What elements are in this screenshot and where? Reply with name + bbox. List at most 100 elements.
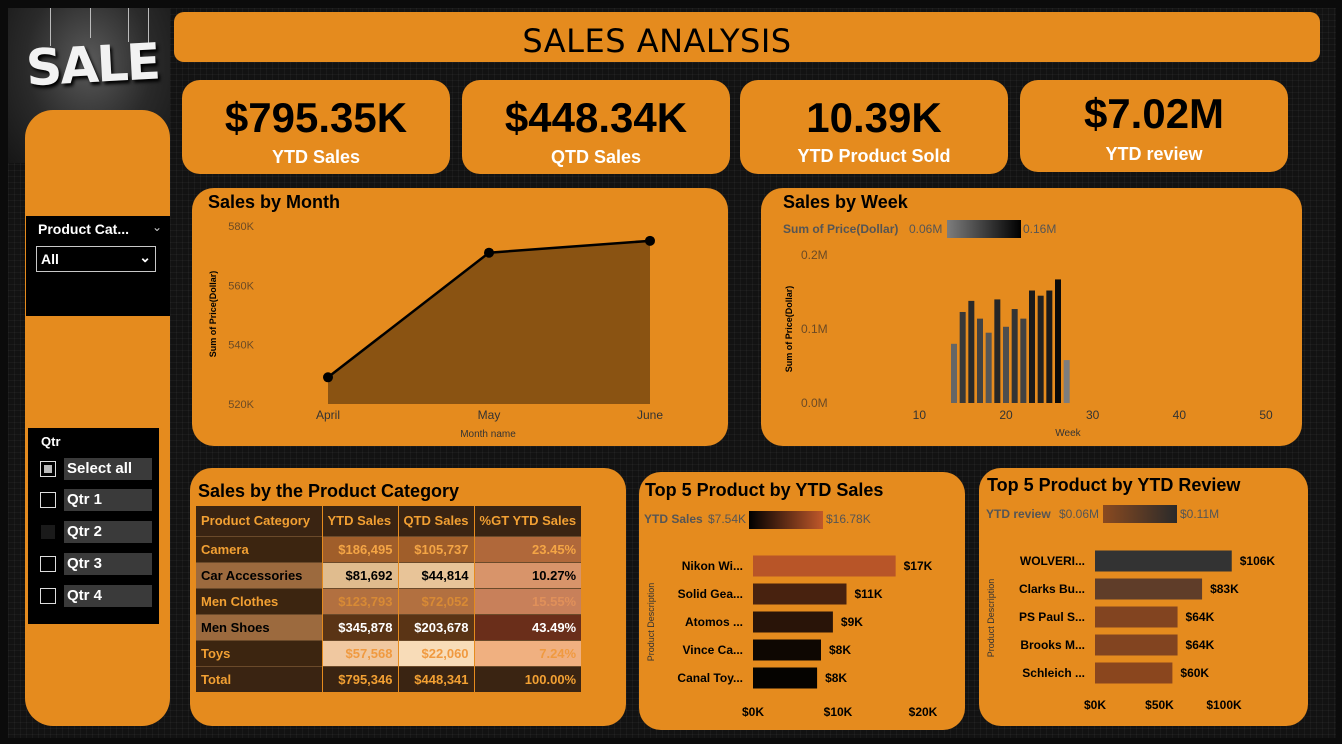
x-tick-label: 30 bbox=[1086, 408, 1100, 422]
cell-ytd: $345,878 bbox=[322, 613, 399, 640]
top5-review-panel: Top 5 Product by YTD Review YTD review $… bbox=[979, 468, 1308, 726]
category-label: Brooks M... bbox=[1020, 638, 1085, 652]
week-bar bbox=[994, 299, 1001, 403]
sales-by-week-chart[interactable]: Sum of Price(Dollar) 0.06M 0.16M 0.2M 0.1… bbox=[761, 188, 1302, 446]
qtr-option-select-all[interactable]: Select all bbox=[40, 458, 168, 480]
x-tick-label: $50K bbox=[1145, 698, 1174, 712]
data-label: $9K bbox=[841, 615, 863, 629]
category-table-panel: Sales by the Product Category Product Ca… bbox=[190, 468, 626, 726]
y-axis-label: Sum of Price(Dollar) bbox=[784, 286, 794, 373]
data-point bbox=[323, 372, 333, 383]
x-tick-label: $0K bbox=[742, 705, 764, 719]
table-row[interactable]: Camera $186,495 $105,737 23.45% bbox=[196, 535, 583, 562]
option-label: Qtr 3 bbox=[64, 553, 152, 575]
week-bar bbox=[1055, 279, 1061, 403]
y-tick-label: 0.0M bbox=[801, 396, 828, 410]
qtr-option-1[interactable]: Qtr 1 bbox=[40, 489, 168, 511]
category-label: Solid Gea... bbox=[678, 587, 743, 601]
option-label: Qtr 1 bbox=[64, 489, 152, 511]
table-row[interactable]: Car Accessories $81,692 $44,814 10.27% bbox=[196, 561, 583, 588]
cell-qtd: $22,060 bbox=[398, 639, 475, 666]
cell-total-ytd: $795,346 bbox=[322, 665, 399, 692]
week-bar bbox=[1037, 295, 1044, 403]
checkbox-partial[interactable] bbox=[40, 461, 56, 477]
qtr-option-4[interactable]: Qtr 4 bbox=[40, 585, 168, 607]
product-bar bbox=[753, 639, 821, 661]
dropdown-value: All bbox=[41, 251, 59, 267]
option-label: Select all bbox=[64, 458, 152, 480]
chevron-down-icon[interactable]: ⌄ bbox=[152, 220, 162, 234]
kpi-value: $7.02M bbox=[1083, 90, 1225, 137]
y-axis-label: Sum of Price(Dollar) bbox=[208, 271, 218, 358]
logo-text: SALE bbox=[24, 32, 161, 98]
data-label: $83K bbox=[1210, 582, 1239, 596]
data-label: $8K bbox=[829, 643, 851, 657]
week-bar bbox=[1020, 318, 1027, 403]
category-label: Schleich ... bbox=[1022, 666, 1085, 680]
category-label: Canal Toy... bbox=[677, 671, 743, 685]
week-bar bbox=[959, 311, 966, 403]
product-category-dropdown[interactable]: All ⌄ bbox=[36, 246, 156, 272]
sales-by-month-chart[interactable]: 580K 560K 540K 520K Sum of Price(Dollar) Ap… bbox=[192, 188, 728, 446]
qtr-slicer: Qtr Select all Qtr 1 Qtr 2 Qtr 3 Qtr 4 bbox=[28, 428, 159, 624]
kpi-ytd-product-sold[interactable]: 10.39K YTD Product Sold bbox=[740, 80, 1008, 174]
y-tick-label: 580K bbox=[228, 221, 254, 233]
product-bar bbox=[753, 555, 896, 577]
cell-category: Car Accessories bbox=[196, 561, 323, 588]
table-row[interactable]: Men Clothes $123,793 $72,052 15.55% bbox=[196, 587, 583, 614]
x-tick-label: 50 bbox=[1259, 408, 1273, 422]
cell-category: Men Shoes bbox=[196, 613, 323, 640]
data-label: $106K bbox=[1240, 554, 1276, 568]
x-tick-label: June bbox=[637, 408, 663, 422]
column-header[interactable]: YTD Sales bbox=[322, 506, 399, 536]
slicer-title: Qtr bbox=[41, 434, 61, 449]
cell-pct: 10.27% bbox=[474, 561, 583, 588]
table-row[interactable]: Toys $57,568 $22,060 7.24% bbox=[196, 639, 583, 666]
x-tick-label: 20 bbox=[999, 408, 1013, 422]
y-axis-label: Product Description bbox=[986, 579, 996, 658]
sales-by-month-panel: Sales by Month 580K 560K 540K 520K Sum of P… bbox=[192, 188, 728, 446]
kpi-ytd-sales[interactable]: $795.35K YTD Sales bbox=[182, 80, 450, 174]
column-header[interactable]: Product Category bbox=[196, 506, 323, 536]
kpi-label: YTD Sales bbox=[271, 147, 361, 167]
x-tick-label: $20K bbox=[909, 705, 938, 719]
checkbox[interactable] bbox=[40, 492, 56, 508]
y-axis-label: Product Description bbox=[646, 583, 656, 662]
cell-total-label: Total bbox=[196, 665, 323, 692]
y-tick-label: 560K bbox=[228, 280, 254, 292]
kpi-ytd-review[interactable]: $7.02M YTD review bbox=[1020, 80, 1288, 172]
kpi-qtd-sales[interactable]: $448.34K QTD Sales bbox=[462, 80, 730, 174]
cell-total-qtd: $448,341 bbox=[398, 665, 475, 692]
table-row[interactable]: Men Shoes $345,878 $203,678 43.49% bbox=[196, 613, 583, 640]
qtr-option-3[interactable]: Qtr 3 bbox=[40, 553, 168, 575]
product-bar bbox=[1095, 634, 1178, 656]
product-bar bbox=[1095, 550, 1232, 572]
kpi-label: YTD review bbox=[1105, 144, 1203, 164]
cell-category: Toys bbox=[196, 639, 323, 666]
cell-ytd: $123,793 bbox=[322, 587, 399, 614]
table-total-row[interactable]: Total $795,346 $448,341 100.00% bbox=[196, 665, 583, 692]
checkbox[interactable] bbox=[40, 588, 56, 604]
legend-min: $7.54K bbox=[708, 512, 746, 526]
product-bar bbox=[753, 667, 818, 689]
column-header[interactable]: QTD Sales bbox=[398, 506, 475, 536]
category-label: Atomos ... bbox=[685, 615, 743, 629]
x-axis-label: Month name bbox=[460, 429, 516, 440]
kpi-label: QTD Sales bbox=[550, 147, 642, 167]
week-bar bbox=[1003, 326, 1009, 403]
week-bar bbox=[1063, 360, 1070, 403]
checkbox[interactable] bbox=[40, 556, 56, 572]
cell-ytd: $186,495 bbox=[322, 535, 399, 562]
top5-review-chart[interactable]: YTD review $0.06M $0.11M Product Descrip… bbox=[979, 468, 1308, 726]
checkbox[interactable] bbox=[40, 524, 56, 540]
filter-pane bbox=[25, 110, 170, 726]
top5-sales-chart[interactable]: YTD Sales $7.54K $16.78K Product Descrip… bbox=[639, 472, 965, 730]
cell-ytd: $57,568 bbox=[322, 639, 399, 666]
slicer-title: Product Cat... bbox=[38, 221, 130, 237]
title-bar: SALES ANALYSIS bbox=[174, 12, 1320, 62]
column-header[interactable]: %GT YTD Sales bbox=[474, 506, 583, 536]
qtr-option-2[interactable]: Qtr 2 bbox=[40, 521, 168, 543]
x-tick-label: $10K bbox=[824, 705, 853, 719]
top5-sales-panel: Top 5 Product by YTD Sales YTD Sales $7.… bbox=[639, 472, 965, 730]
week-bar bbox=[1046, 290, 1053, 403]
